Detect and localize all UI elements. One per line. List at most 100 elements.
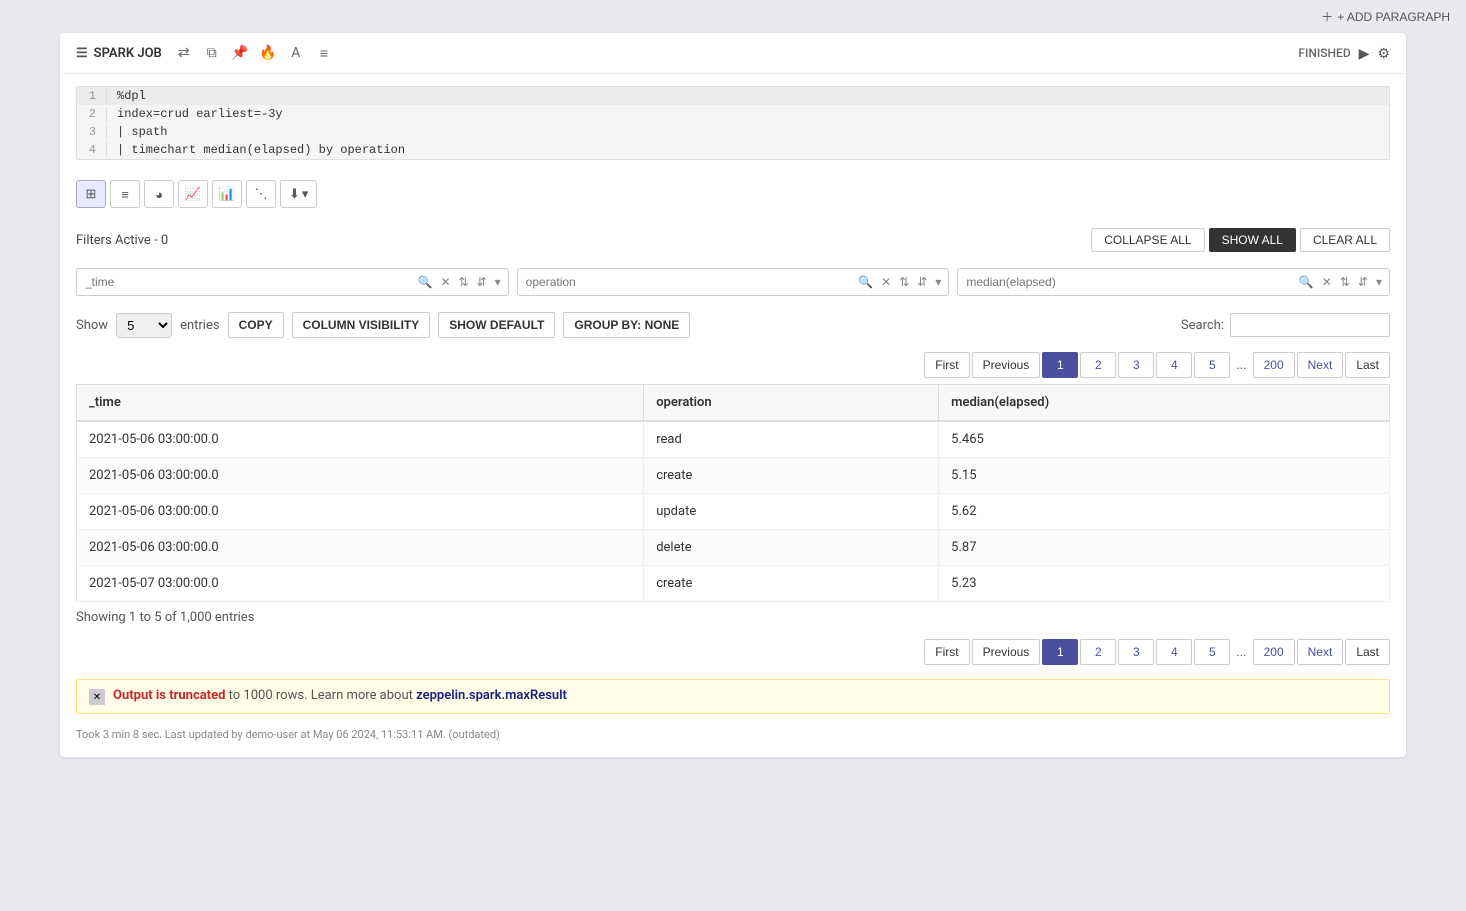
- viz-table-btn[interactable]: ⊞: [76, 180, 106, 208]
- operation-search-icon[interactable]: 🔍: [855, 273, 876, 291]
- median-filter-icon[interactable]: ▾: [1373, 273, 1385, 291]
- page-2-btn-top[interactable]: 2: [1080, 352, 1116, 378]
- page-3-btn-bottom[interactable]: 3: [1118, 639, 1154, 665]
- page-1-btn-top[interactable]: 1: [1042, 352, 1078, 378]
- operation-filter-icon[interactable]: ▾: [932, 273, 944, 291]
- table-header-cell: operation: [644, 385, 939, 422]
- median-sort-asc-icon[interactable]: ⇅: [1337, 273, 1353, 291]
- viz-download-btn[interactable]: ⬇ ▾: [280, 180, 317, 208]
- time-sort-desc-icon[interactable]: ⇵: [474, 273, 490, 291]
- time-search-icon[interactable]: 🔍: [415, 273, 436, 291]
- previous-page-btn-bottom[interactable]: Previous: [972, 639, 1041, 665]
- add-paragraph-button[interactable]: ＋ + ADD PARAGRAPH: [1321, 8, 1450, 25]
- table-cell: update: [644, 494, 939, 530]
- page-5-btn-bottom[interactable]: 5: [1194, 639, 1230, 665]
- time-close-icon[interactable]: ✕: [437, 273, 453, 291]
- footer-info: Took 3 min 8 sec. Last updated by demo-u…: [60, 722, 1406, 741]
- last-page-btn-top[interactable]: Last: [1345, 352, 1390, 378]
- cell-header: ☰ SPARK JOB ⇄ ⧉ 📌 🔥 A ≡ FINISHED ▶ ⚙: [60, 33, 1406, 74]
- page-2-btn-bottom[interactable]: 2: [1080, 639, 1116, 665]
- next-page-btn-bottom[interactable]: Next: [1297, 639, 1344, 665]
- previous-page-btn-top[interactable]: Previous: [972, 352, 1041, 378]
- status-label: FINISHED: [1298, 46, 1350, 60]
- show-all-button[interactable]: SHOW ALL: [1209, 228, 1296, 252]
- col-filter-time: 🔍 ✕ ⇅ ⇵ ▾: [76, 268, 509, 296]
- search-input[interactable]: [1230, 313, 1390, 337]
- first-page-btn-top[interactable]: First: [924, 352, 969, 378]
- operation-close-icon[interactable]: ✕: [878, 273, 894, 291]
- time-sort-asc-icon[interactable]: ⇅: [456, 273, 472, 291]
- page-200-btn-top[interactable]: 200: [1253, 352, 1295, 378]
- pin-icon[interactable]: 📌: [230, 43, 250, 63]
- cell-actions: FINISHED ▶ ⚙: [1298, 45, 1390, 62]
- page-4-btn-bottom[interactable]: 4: [1156, 639, 1192, 665]
- code-line: 3 | spath: [77, 123, 1389, 141]
- col-filter-time-icons: 🔍 ✕ ⇅ ⇵ ▾: [411, 273, 508, 291]
- top-bar: ＋ + ADD PARAGRAPH: [0, 0, 1466, 33]
- page-1-btn-bottom[interactable]: 1: [1042, 639, 1078, 665]
- copy-paragraph-icon[interactable]: ⧉: [202, 43, 222, 63]
- flame-icon[interactable]: 🔥: [258, 43, 278, 63]
- copy-button[interactable]: COPY: [228, 312, 284, 338]
- time-filter-icon[interactable]: ▾: [492, 273, 504, 291]
- page-200-btn-bottom[interactable]: 200: [1253, 639, 1295, 665]
- truncated-close-button[interactable]: ✕: [89, 689, 105, 705]
- last-page-btn-bottom[interactable]: Last: [1345, 639, 1390, 665]
- show-label: Show: [76, 318, 108, 333]
- run-button[interactable]: ▶: [1359, 45, 1370, 62]
- move-icon[interactable]: ⇄: [174, 43, 194, 63]
- showing-info-text: Showing 1 to 5 of 1,000 entries: [76, 610, 254, 625]
- viz-line-btn[interactable]: 📈: [178, 180, 208, 208]
- show-default-button[interactable]: SHOW DEFAULT: [438, 312, 555, 338]
- truncated-bold: Output is truncated: [113, 688, 225, 703]
- line-content: | spath: [117, 125, 1389, 139]
- viz-bar-btn[interactable]: 📊: [212, 180, 242, 208]
- entries-label: entries: [180, 318, 220, 333]
- table-cell: create: [644, 458, 939, 494]
- show-entries-select[interactable]: 5 10 25 50 100: [116, 313, 172, 338]
- col-filter-operation-input[interactable]: [518, 269, 852, 295]
- operation-sort-asc-icon[interactable]: ⇅: [896, 273, 912, 291]
- median-sort-desc-icon[interactable]: ⇵: [1355, 273, 1371, 291]
- truncated-middle: to 1000 rows. Learn more about: [229, 688, 416, 703]
- table-head: _timeoperationmedian(elapsed): [77, 385, 1390, 422]
- truncated-text: Output is truncated to 1000 rows. Learn …: [113, 688, 567, 703]
- list-icon[interactable]: ≡: [314, 43, 334, 63]
- settings-button[interactable]: ⚙: [1377, 45, 1390, 62]
- line-number: 3: [77, 125, 107, 139]
- viz-scatter-btn[interactable]: ⋱: [246, 180, 276, 208]
- table-cell: 2021-05-07 03:00:00.0: [77, 566, 644, 602]
- operation-sort-desc-icon[interactable]: ⇵: [914, 273, 930, 291]
- code-line: 1%dpl: [77, 87, 1389, 105]
- filters-row: Filters Active - 0 COLLAPSE ALL SHOW ALL…: [60, 220, 1406, 260]
- page-3-btn-top[interactable]: 3: [1118, 352, 1154, 378]
- download-icon: ⬇: [289, 186, 300, 202]
- next-page-btn-top[interactable]: Next: [1297, 352, 1344, 378]
- collapse-all-button[interactable]: COLLAPSE ALL: [1091, 228, 1204, 252]
- page-4-btn-top[interactable]: 4: [1156, 352, 1192, 378]
- col-filter-time-input[interactable]: [77, 269, 411, 295]
- data-table: _timeoperationmedian(elapsed) 2021-05-06…: [76, 384, 1390, 602]
- median-search-icon[interactable]: 🔍: [1296, 273, 1317, 291]
- viz-list-btn[interactable]: ≡: [110, 180, 140, 208]
- table-cell: 2021-05-06 03:00:00.0: [77, 530, 644, 566]
- truncated-link[interactable]: zeppelin.spark.maxResult: [416, 688, 567, 703]
- code-line: 4| timechart median(elapsed) by operatio…: [77, 141, 1389, 159]
- font-icon[interactable]: A: [286, 43, 306, 63]
- col-filter-median: 🔍 ✕ ⇅ ⇵ ▾: [957, 268, 1390, 296]
- col-filter-median-input[interactable]: [958, 269, 1292, 295]
- add-paragraph-icon: ＋: [1321, 8, 1333, 25]
- group-by-button[interactable]: GROUP BY: NONE: [563, 312, 690, 338]
- viz-pie-btn[interactable]: ◕: [144, 180, 174, 208]
- page-5-btn-top[interactable]: 5: [1194, 352, 1230, 378]
- column-visibility-button[interactable]: COLUMN VISIBILITY: [292, 312, 431, 338]
- clear-all-button[interactable]: CLEAR ALL: [1300, 228, 1390, 252]
- table-body: 2021-05-06 03:00:00.0read5.4652021-05-06…: [77, 421, 1390, 602]
- median-close-icon[interactable]: ✕: [1319, 273, 1335, 291]
- table-cell: 5.465: [939, 421, 1390, 458]
- showing-info: Showing 1 to 5 of 1,000 entries: [60, 602, 1406, 633]
- search-label: Search:: [1181, 318, 1224, 333]
- table-row: 2021-05-06 03:00:00.0create5.15: [77, 458, 1390, 494]
- first-page-btn-bottom[interactable]: First: [924, 639, 969, 665]
- cell-toolbar: ⇄ ⧉ 📌 🔥 A ≡: [174, 43, 334, 63]
